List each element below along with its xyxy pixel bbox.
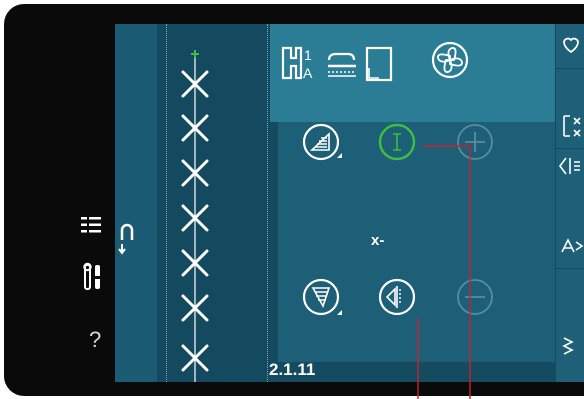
- callout-lines: [417, 145, 471, 399]
